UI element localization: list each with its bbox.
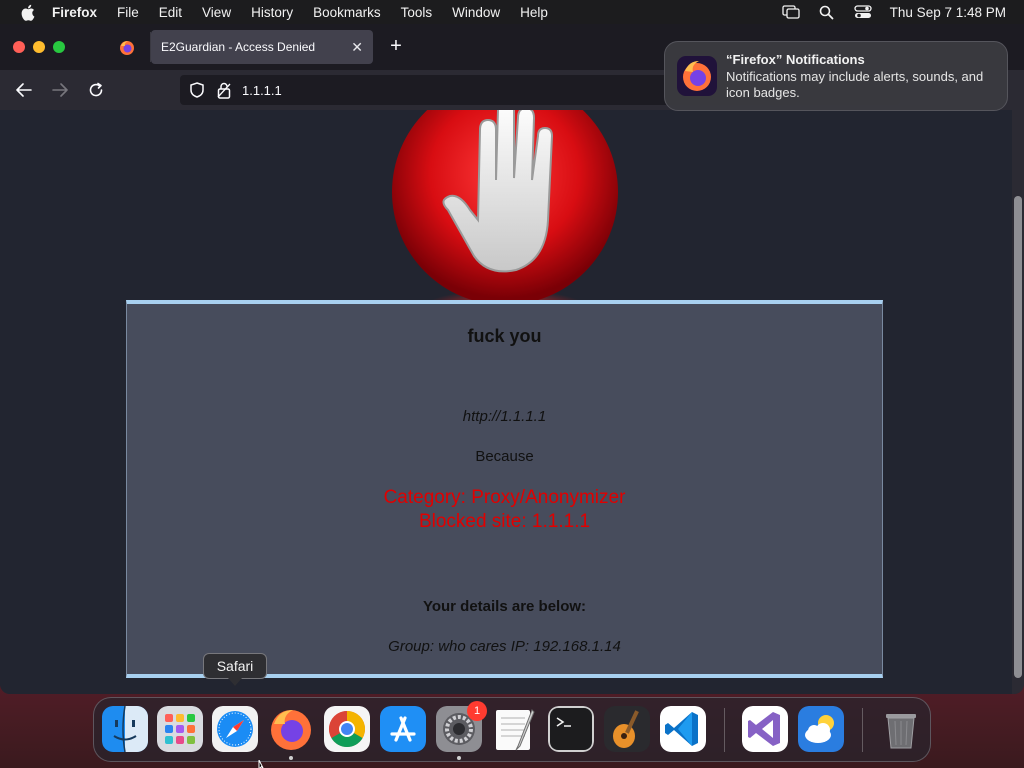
url-text[interactable]: 1.1.1.1 bbox=[242, 83, 282, 98]
garageband-icon[interactable] bbox=[604, 706, 650, 752]
menu-edit[interactable]: Edit bbox=[159, 5, 182, 20]
dock bbox=[93, 697, 931, 762]
pinned-tab-firefox[interactable] bbox=[112, 34, 142, 62]
block-reason: Category: Proxy/Anonymizer Blocked site:… bbox=[127, 486, 882, 534]
vscode-icon[interactable] bbox=[660, 706, 706, 752]
spotlight-search-icon[interactable] bbox=[818, 4, 836, 20]
forward-arrow-icon bbox=[52, 83, 68, 97]
menu-history[interactable]: History bbox=[251, 5, 293, 20]
tracking-protection-shield-icon[interactable] bbox=[188, 81, 206, 99]
firefox-icon[interactable] bbox=[268, 706, 314, 752]
block-title: fuck you bbox=[467, 326, 542, 346]
block-message-box: fuck you http://1.1.1.1 Because Category… bbox=[126, 300, 883, 678]
notification-title: “Firefox” Notifications bbox=[726, 52, 865, 67]
control-center-icon[interactable] bbox=[854, 4, 872, 20]
firefox-notification[interactable]: “Firefox” Notifications Notifications ma… bbox=[664, 41, 1008, 111]
menu-bar: Firefox File Edit View History Bookmarks… bbox=[0, 0, 1024, 24]
screen-mirroring-icon[interactable] bbox=[782, 4, 800, 20]
menu-file[interactable]: File bbox=[117, 5, 139, 20]
menu-app-name[interactable]: Firefox bbox=[52, 5, 97, 20]
menu-bookmarks[interactable]: Bookmarks bbox=[313, 5, 381, 20]
reload-icon bbox=[89, 82, 103, 97]
firefox-window: E2Guardian - Access Denied ✕ + 1.1.1.1 f… bbox=[0, 24, 1024, 694]
settings-notification-badge: 1 bbox=[467, 701, 487, 721]
dock-tooltip: Safari bbox=[203, 653, 267, 679]
because-label: Because bbox=[475, 448, 534, 465]
tab-active[interactable]: E2Guardian - Access Denied ✕ bbox=[151, 30, 373, 64]
terminal-icon[interactable] bbox=[548, 706, 594, 752]
visual-studio-icon[interactable] bbox=[742, 706, 788, 752]
menu-tools[interactable]: Tools bbox=[401, 5, 433, 20]
launchpad-icon[interactable] bbox=[157, 706, 203, 752]
menu-window[interactable]: Window bbox=[452, 5, 500, 20]
settings-running-indicator bbox=[457, 756, 461, 760]
firefox-running-indicator bbox=[289, 756, 293, 760]
mouse-cursor-icon bbox=[258, 760, 264, 768]
notification-body: Notifications may include alerts, sounds… bbox=[726, 69, 984, 100]
insecure-lock-icon[interactable] bbox=[216, 81, 232, 99]
back-button[interactable] bbox=[13, 79, 35, 101]
menubar-clock[interactable]: Thu Sep 7 1:48 PM bbox=[890, 5, 1006, 20]
details-heading: Your details are below: bbox=[422, 598, 587, 615]
menu-help[interactable]: Help bbox=[520, 5, 548, 20]
firefox-icon bbox=[120, 41, 134, 55]
menu-view[interactable]: View bbox=[202, 5, 231, 20]
minimize-window-button[interactable] bbox=[33, 41, 45, 53]
close-window-button[interactable] bbox=[13, 41, 25, 53]
reload-button[interactable] bbox=[85, 79, 107, 101]
page-content: fuck you http://1.1.1.1 Because Category… bbox=[0, 110, 1012, 694]
finder-icon[interactable] bbox=[102, 706, 148, 752]
app-store-icon[interactable] bbox=[380, 706, 426, 752]
trash-icon[interactable] bbox=[878, 706, 924, 752]
forward-button[interactable] bbox=[49, 79, 71, 101]
scrollbar-thumb[interactable] bbox=[1014, 196, 1022, 678]
tooltip-arrow bbox=[228, 678, 242, 686]
tab-title: E2Guardian - Access Denied bbox=[161, 40, 316, 54]
blocked-url: http://1.1.1.1 bbox=[462, 408, 547, 425]
chrome-icon[interactable] bbox=[324, 706, 370, 752]
weather-icon[interactable] bbox=[798, 706, 844, 752]
zoom-window-button[interactable] bbox=[53, 41, 65, 53]
back-arrow-icon bbox=[16, 83, 32, 97]
block-category: Category: Proxy/Anonymizer bbox=[383, 487, 626, 508]
safari-icon[interactable] bbox=[212, 706, 258, 752]
dock-divider bbox=[724, 708, 725, 752]
textedit-icon[interactable] bbox=[492, 706, 538, 752]
blocked-site: Blocked site: 1.1.1.1 bbox=[418, 511, 591, 532]
apple-menu-icon[interactable] bbox=[18, 3, 36, 21]
new-tab-button[interactable]: + bbox=[386, 36, 406, 56]
close-tab-icon[interactable]: ✕ bbox=[351, 39, 363, 56]
dock-divider bbox=[862, 708, 863, 752]
firefox-icon bbox=[677, 56, 717, 96]
